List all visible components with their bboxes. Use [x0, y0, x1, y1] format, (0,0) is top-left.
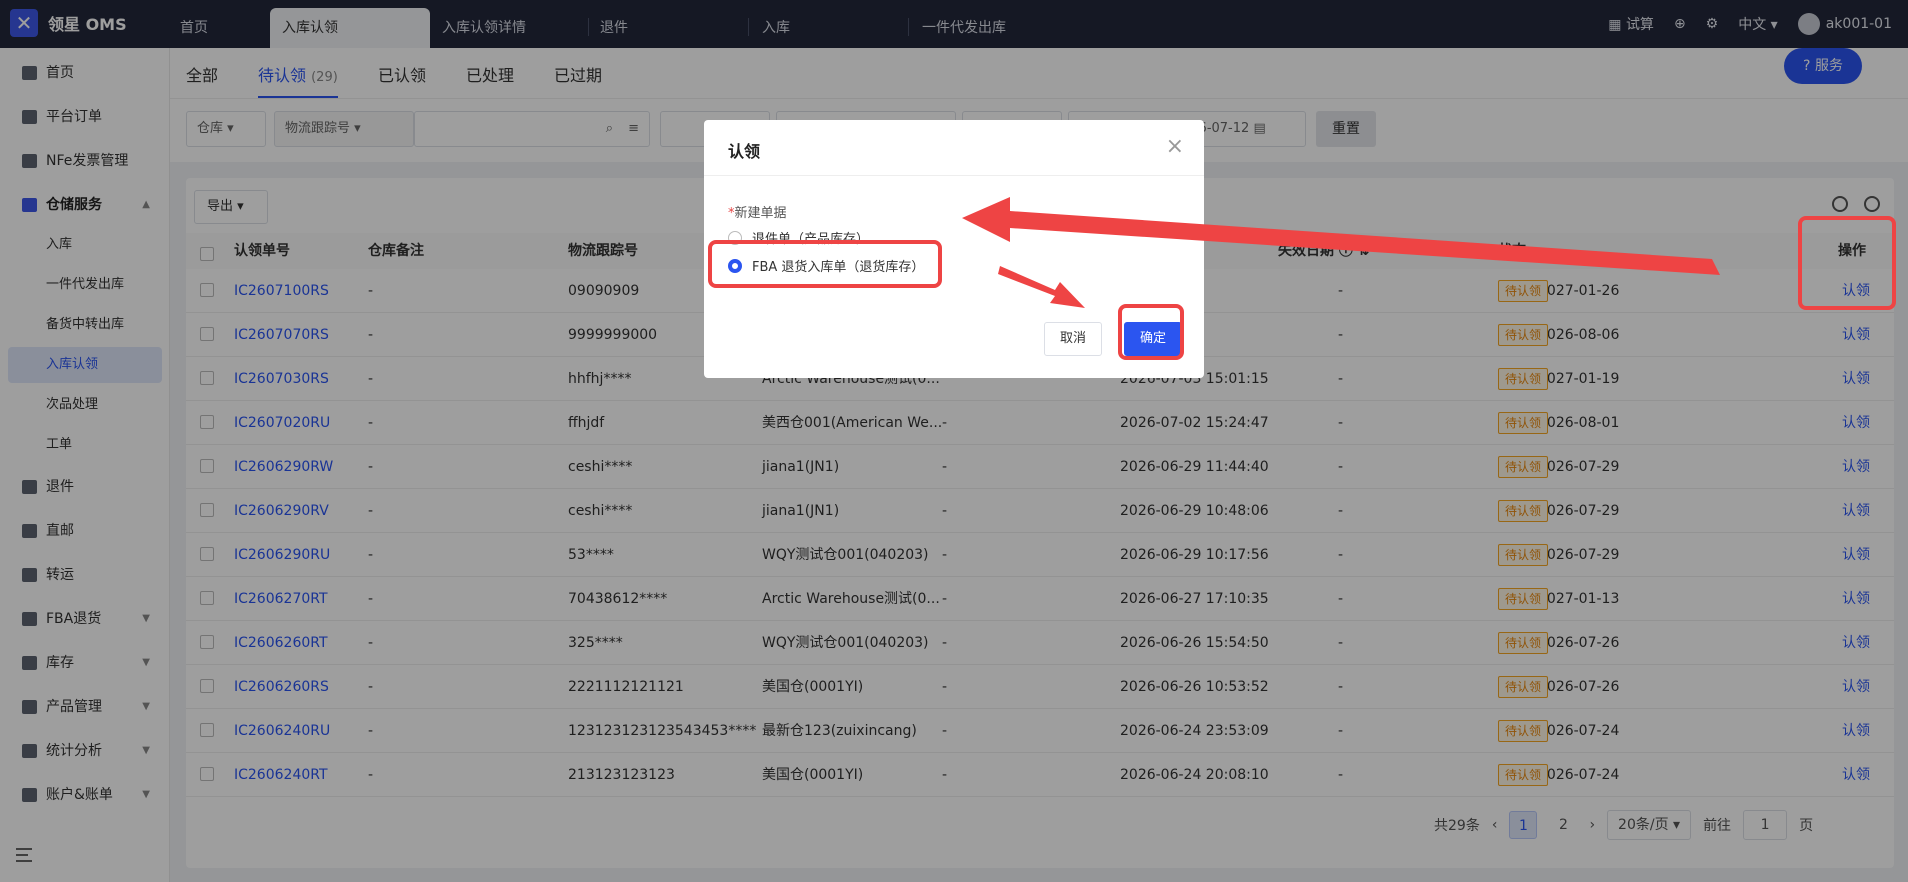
arrow-annotation	[998, 266, 1085, 308]
highlight-box	[708, 240, 942, 288]
highlight-box	[1118, 304, 1184, 360]
highlight-box	[1798, 216, 1896, 310]
annotation-layer	[708, 197, 1896, 360]
arrow-annotation	[962, 197, 1720, 275]
